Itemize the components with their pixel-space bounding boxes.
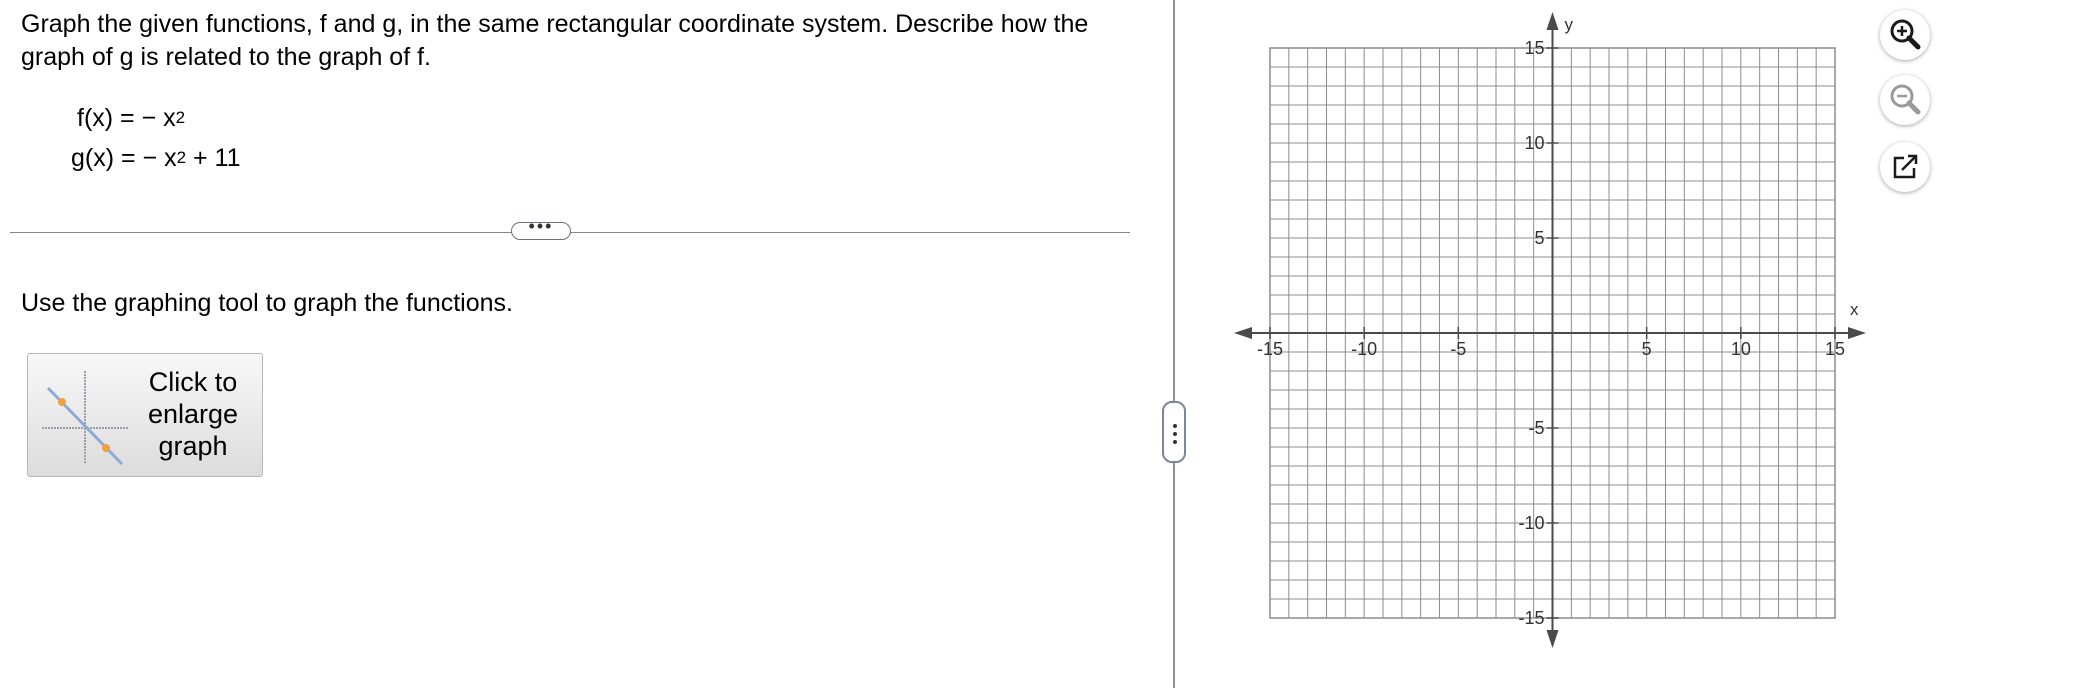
x-tick-label: 5: [1642, 339, 1652, 359]
zoom-out-button[interactable]: [1880, 75, 1930, 125]
zoom-in-button[interactable]: [1880, 10, 1930, 60]
g-equation-tail: + 11: [186, 144, 241, 172]
f-equation-label: f(x) = − x: [77, 104, 176, 132]
y-tick-label: 15: [1524, 38, 1544, 58]
graph-thumbnail-icon: [42, 371, 128, 466]
enlarge-graph-label: Click to enlarge graph: [147, 367, 239, 461]
x-tick-label: 10: [1731, 339, 1751, 359]
y-tick-label: 10: [1524, 133, 1544, 153]
y-axis-down-arrow: [1546, 630, 1559, 648]
instruction-text: Use the graphing tool to graph the funct…: [21, 289, 513, 317]
popout-button[interactable]: [1880, 142, 1930, 192]
question-text: Graph the given functions, f and g, in t…: [21, 10, 1089, 71]
f-equation: f(x) = − x2: [77, 104, 185, 133]
zoom-out-icon: [1890, 84, 1921, 115]
x-axis-label: x: [1850, 300, 1859, 319]
panel-splitter-handle[interactable]: [1162, 401, 1186, 463]
expand-divider-button[interactable]: •••: [511, 217, 571, 240]
y-tick-label: 5: [1534, 228, 1544, 248]
y-axis-label: y: [1565, 15, 1574, 34]
x-tick-label: -15: [1257, 339, 1283, 359]
x-tick-label: -5: [1450, 339, 1466, 359]
x-axis-left-arrow: [1234, 327, 1252, 339]
x-tick-label: 15: [1825, 339, 1845, 359]
coordinate-graph[interactable]: x y -15 -10 -5 5 10 15 15 10 5 -5 -10 -15: [1230, 8, 1870, 653]
y-tick-label: -15: [1518, 608, 1544, 628]
panel-splitter[interactable]: [1173, 0, 1175, 688]
zoom-in-icon: [1890, 19, 1921, 50]
y-axis-up-arrow: [1546, 12, 1559, 30]
popout-icon: [1893, 154, 1918, 179]
y-tick-label: -10: [1518, 513, 1544, 533]
g-exponent: 2: [176, 148, 187, 167]
enlarge-graph-button[interactable]: Click to enlarge graph: [27, 353, 263, 477]
f-exponent: 2: [175, 108, 186, 127]
g-equation: g(x) = − x2 + 11: [71, 144, 241, 173]
g-equation-label: g(x) = − x: [71, 144, 177, 172]
x-tick-label: -10: [1351, 339, 1377, 359]
y-tick-label: -5: [1528, 418, 1544, 438]
x-axis-right-arrow: [1848, 327, 1866, 339]
